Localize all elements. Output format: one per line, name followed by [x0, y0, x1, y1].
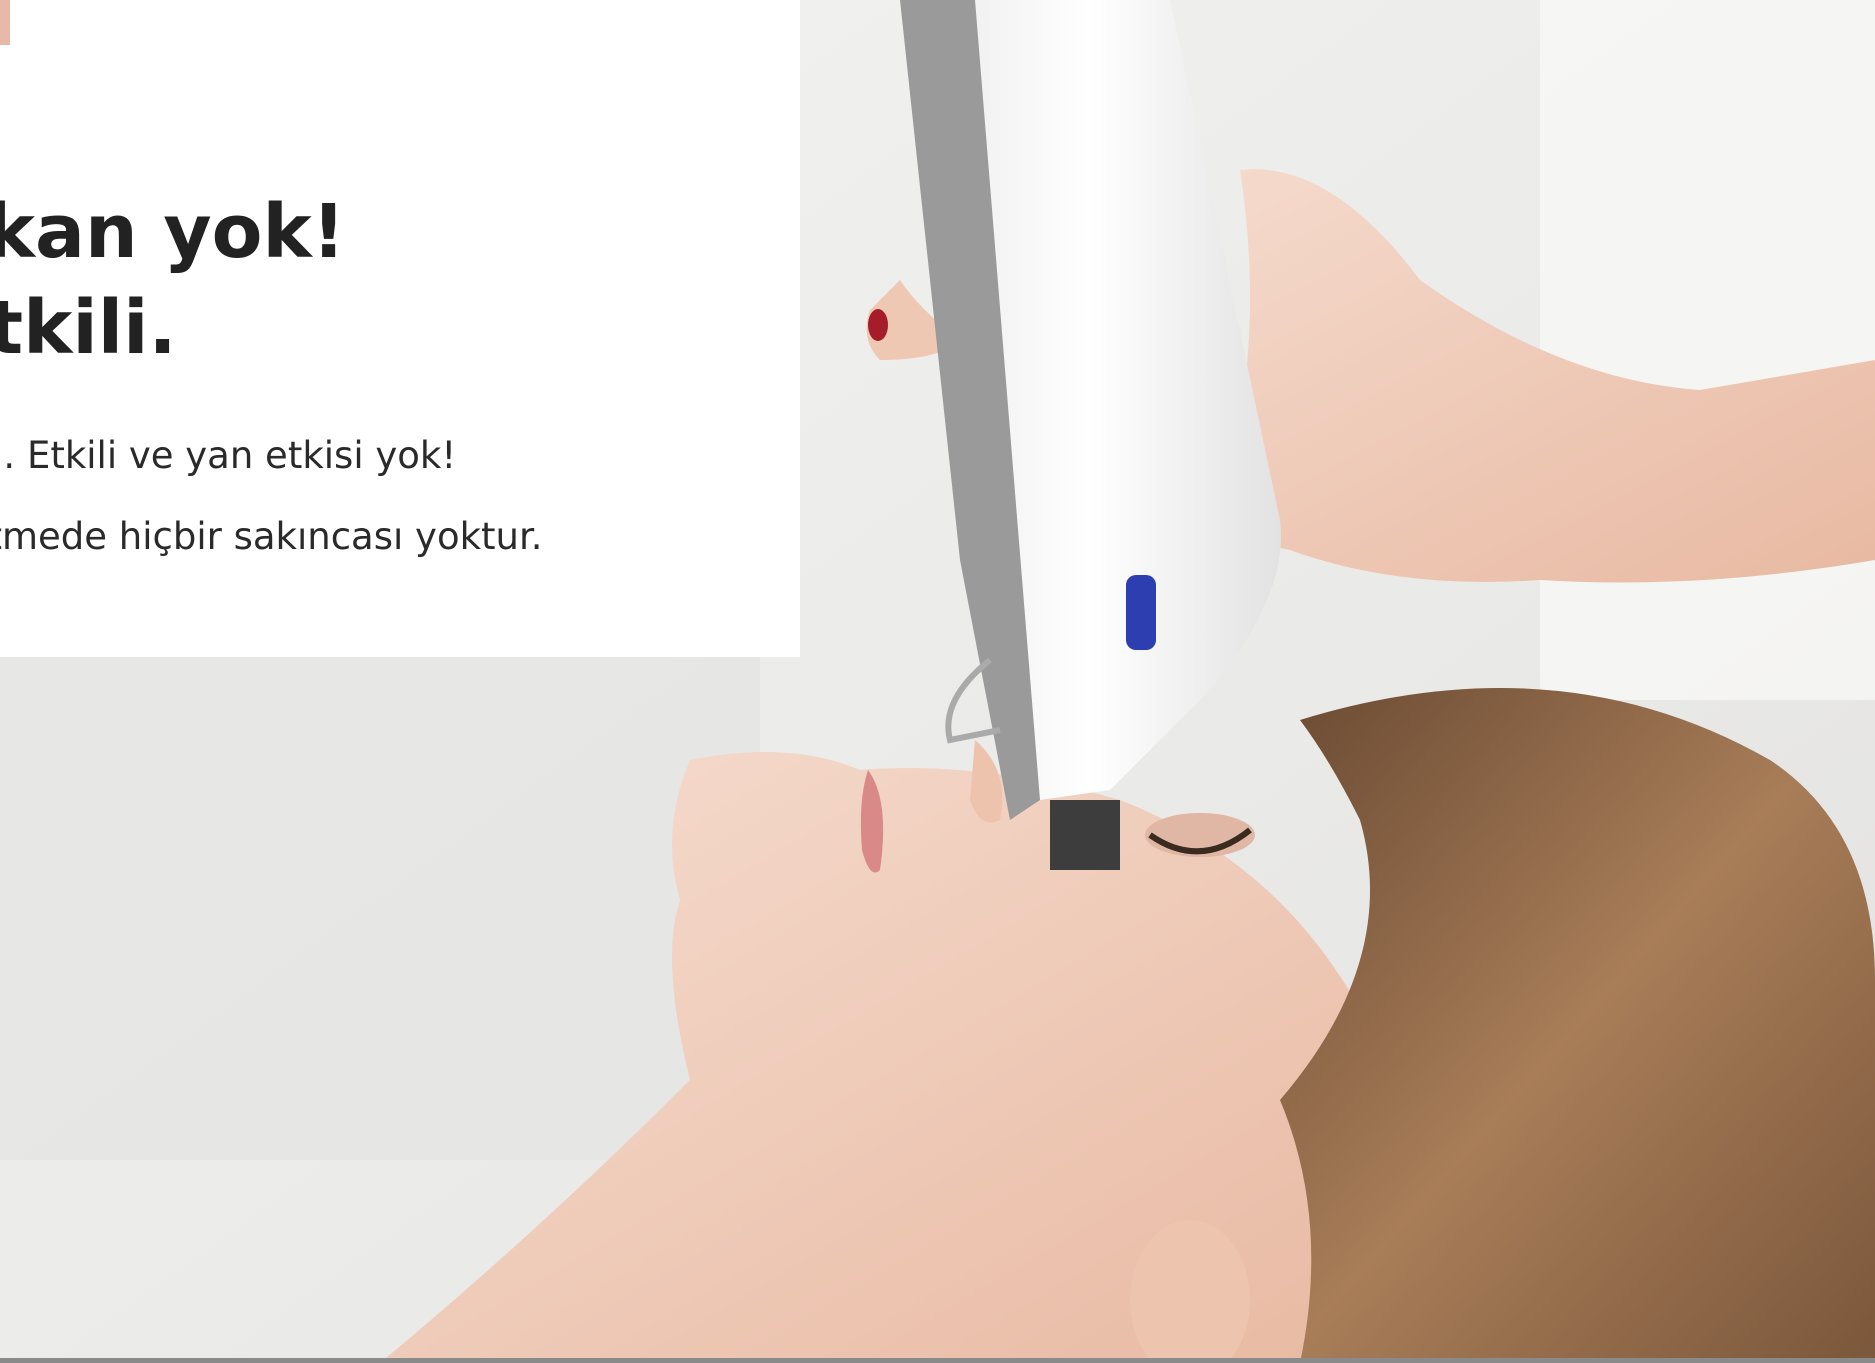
accent-bar — [0, 0, 10, 45]
headline-line-2: isiz etkili. — [0, 285, 177, 371]
headline-line-1: rı ve kan yok! — [0, 189, 346, 275]
hero-headline: rı ve kan yok! isiz etkili. — [0, 184, 345, 376]
body-text-line-1: nforlu tedavi. Etkili ve yan etkisi yok! — [0, 434, 457, 477]
hero-text-card: SE rı ve kan yok! isiz etkili. nforlu te… — [0, 0, 800, 657]
body-text-line-2: mı devam etmede hiçbir sakıncası yoktur. — [0, 515, 543, 558]
eyebrow-label: SE — [0, 136, 2, 180]
